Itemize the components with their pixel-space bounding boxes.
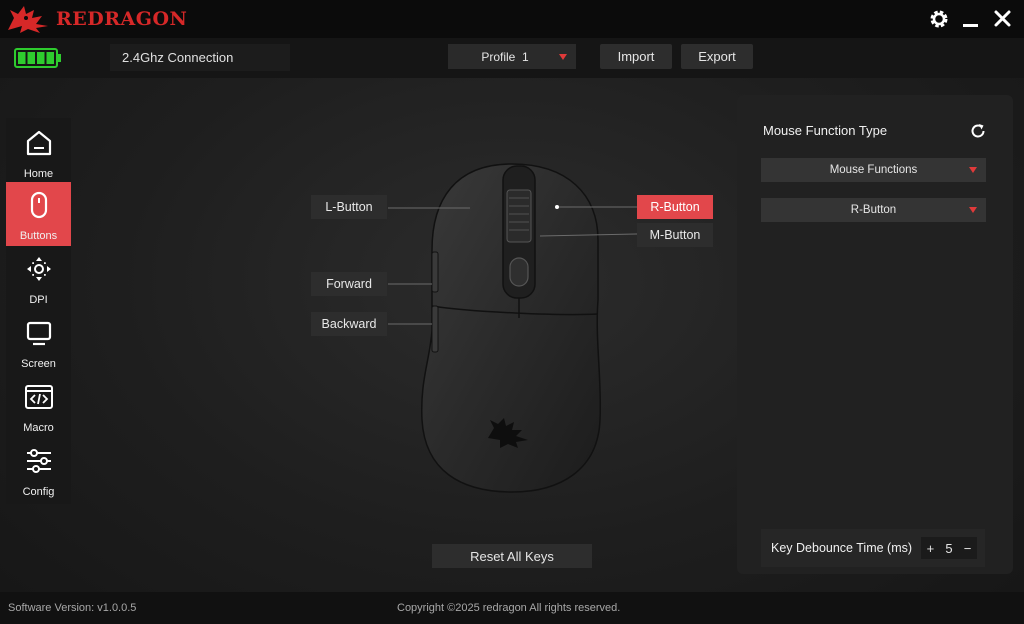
sidebar-item-label: Config: [22, 486, 55, 498]
debounce-setting: Key Debounce Time (ms) + 5 −: [761, 529, 985, 567]
mouse-icon: [30, 191, 48, 219]
callout-forward[interactable]: Forward: [311, 272, 387, 296]
close-icon: [994, 10, 1011, 27]
debounce-stepper[interactable]: + 5 −: [921, 537, 977, 559]
settings-button[interactable]: [926, 6, 952, 32]
profile-select[interactable]: Profile 1: [448, 44, 576, 69]
debounce-value: 5: [945, 540, 953, 556]
gear-icon: [930, 10, 948, 28]
reset-all-keys-button[interactable]: Reset All Keys: [432, 544, 592, 568]
dpi-icon: [27, 257, 51, 281]
battery-cell: [46, 52, 54, 64]
software-version: Software Version: v1.0.0.5: [8, 602, 137, 614]
brand-logo: REDRAGON: [6, 4, 187, 34]
sidebar-item-home[interactable]: Home: [6, 120, 71, 184]
brand-name: REDRAGON: [56, 8, 188, 30]
sidebar-item-buttons[interactable]: Buttons: [6, 182, 71, 246]
function-type-select[interactable]: Mouse Functions: [761, 158, 986, 182]
callout-r-button[interactable]: R-Button: [637, 195, 713, 219]
battery-cell: [27, 52, 35, 64]
sidebar-item-config[interactable]: Config: [6, 438, 71, 502]
sidebar-nav: Home Buttons DPI Screen Macro Config: [6, 118, 71, 504]
callout-l-button[interactable]: L-Button: [311, 195, 387, 219]
increment-button[interactable]: +: [927, 541, 935, 556]
battery-indicator: [14, 48, 62, 68]
chevron-down-icon: [969, 167, 977, 173]
decrement-button[interactable]: −: [964, 541, 972, 556]
callout-backward[interactable]: Backward: [311, 312, 387, 336]
sliders-icon: [27, 449, 51, 473]
sidebar-item-label: Home: [23, 168, 54, 180]
connection-status: 2.4Ghz Connection: [110, 44, 290, 71]
title-bar: REDRAGON: [0, 0, 1024, 38]
minimize-icon: [963, 24, 978, 27]
status-bar: 2.4Ghz Connection Profile 1 Import Expor…: [0, 38, 1024, 78]
function-type-value: Mouse Functions: [829, 164, 918, 176]
home-icon: [26, 130, 52, 156]
profile-select-value: Profile 1: [481, 50, 529, 64]
dragon-logo-icon: [8, 6, 48, 33]
refresh-button[interactable]: [969, 122, 987, 145]
monitor-icon: [26, 321, 52, 346]
sidebar-item-label: Buttons: [19, 230, 58, 242]
sidebar-item-screen[interactable]: Screen: [6, 310, 71, 374]
close-button[interactable]: [990, 6, 1016, 32]
battery-icon: [14, 48, 61, 68]
code-icon: [25, 385, 53, 409]
sidebar-item-label: Macro: [23, 422, 54, 434]
function-select[interactable]: R-Button: [761, 198, 986, 222]
export-button[interactable]: Export: [681, 44, 753, 69]
battery-cell: [18, 52, 26, 64]
sidebar-item-dpi[interactable]: DPI: [6, 246, 71, 310]
debounce-label: Key Debounce Time (ms): [771, 541, 913, 555]
minimize-button[interactable]: [958, 6, 984, 32]
footer: Software Version: v1.0.0.5 Copyright ©20…: [0, 592, 1024, 624]
sidebar-item-label: DPI: [29, 294, 48, 306]
refresh-icon: [971, 124, 985, 138]
battery-cell: [37, 52, 45, 64]
panel-title: Mouse Function Type: [763, 123, 888, 138]
import-button[interactable]: Import: [600, 44, 672, 69]
sidebar-item-label: Screen: [21, 358, 56, 370]
function-panel: Mouse Function Type Mouse Functions R-Bu…: [737, 95, 1013, 574]
chevron-down-icon: [559, 54, 567, 60]
function-value: R-Button: [850, 204, 897, 216]
copyright: Copyright ©2025 redragon All rights rese…: [397, 602, 621, 614]
chevron-down-icon: [969, 207, 977, 213]
sidebar-item-macro[interactable]: Macro: [6, 374, 71, 438]
callout-m-button[interactable]: M-Button: [637, 223, 713, 247]
